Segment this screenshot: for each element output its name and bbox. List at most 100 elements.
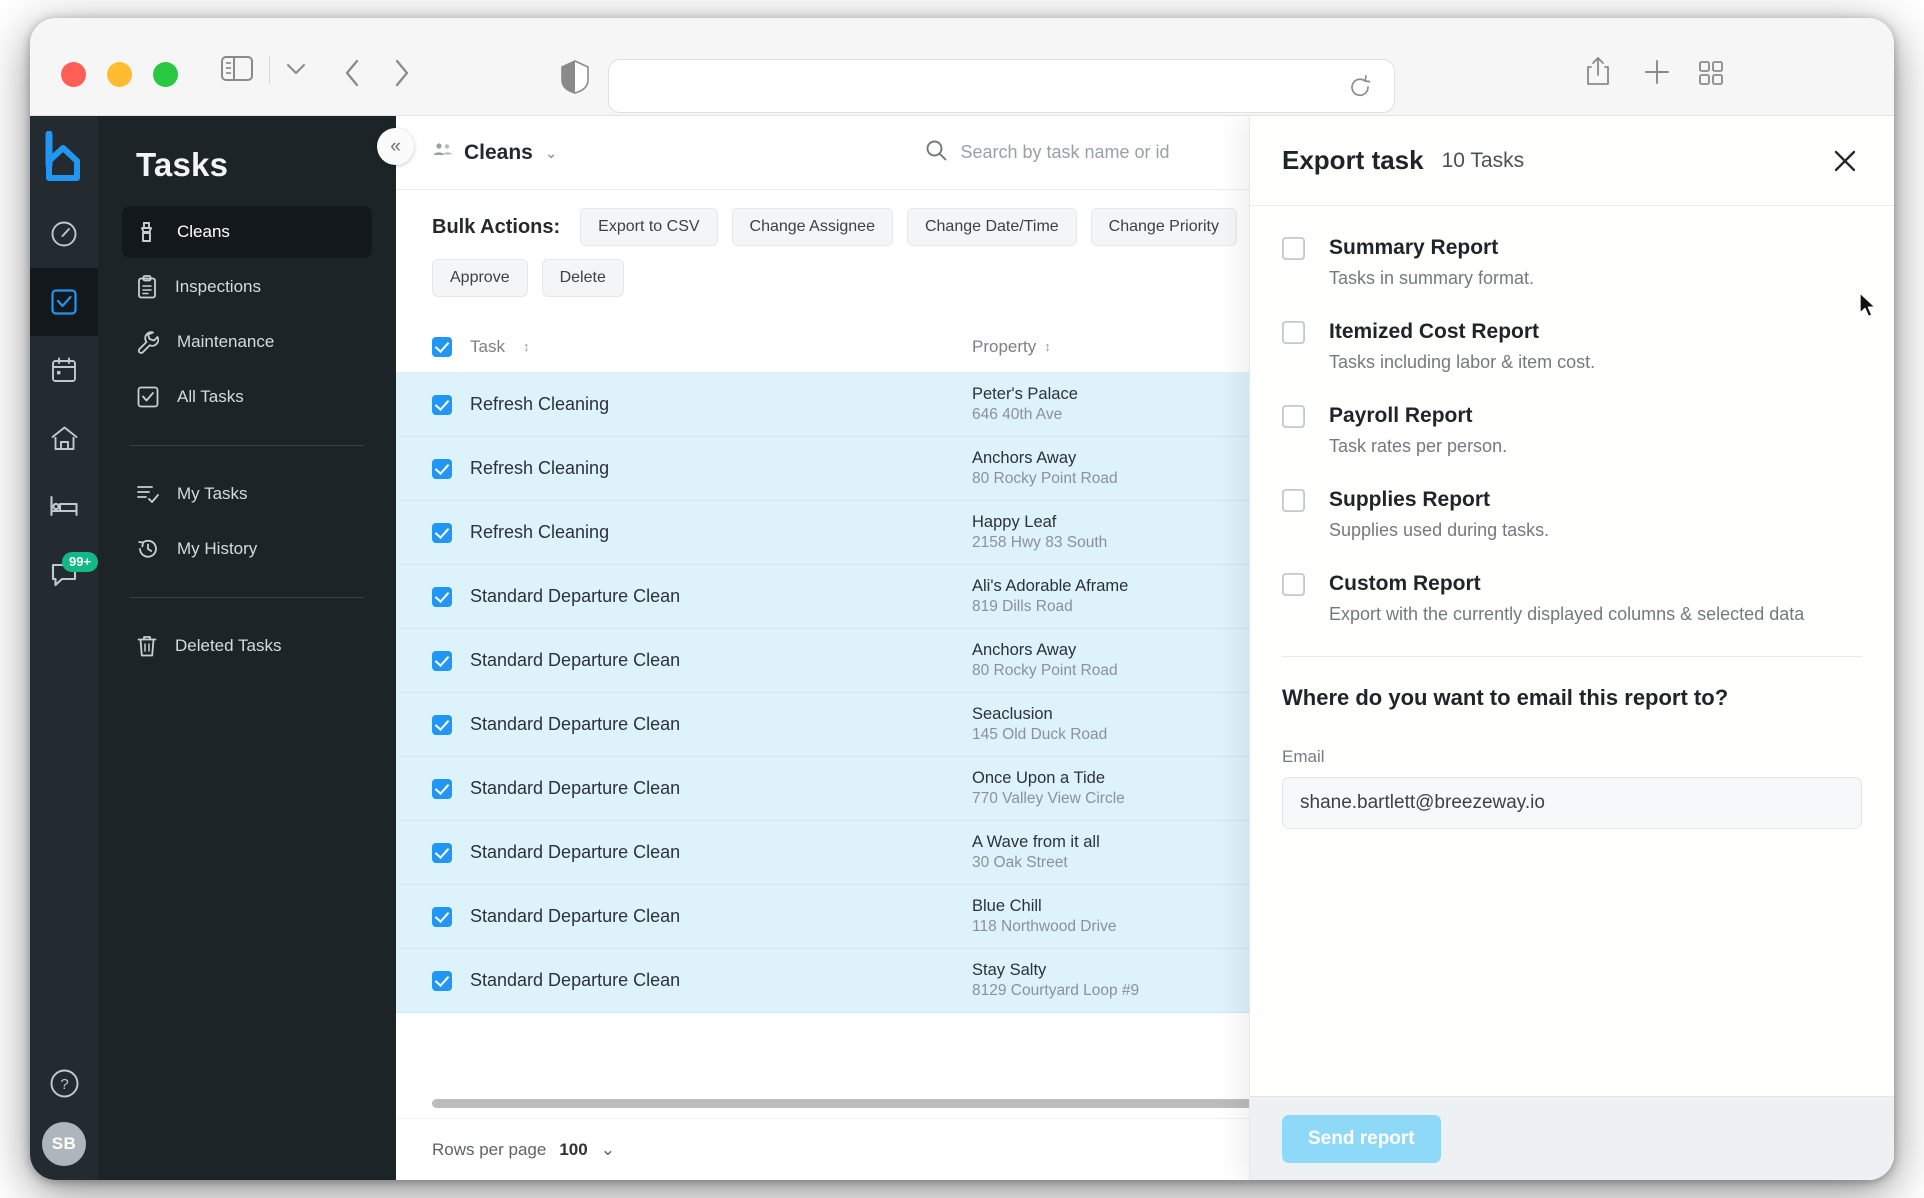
calendar-icon [52, 357, 76, 382]
rail-item-reservations[interactable] [30, 472, 98, 540]
reload-icon[interactable] [1348, 75, 1372, 104]
report-option-checkbox[interactable] [1282, 404, 1305, 428]
row-task-cell: Standard Departure Clean [432, 586, 972, 607]
delete-button[interactable]: Delete [541, 259, 624, 297]
row-checkbox[interactable] [432, 714, 452, 735]
chevron-down-icon[interactable] [285, 62, 307, 81]
share-icon[interactable] [1585, 56, 1611, 91]
search-box[interactable]: Search by task name or id [925, 139, 1170, 166]
report-option-header: Supplies Report [1282, 488, 1862, 512]
report-option[interactable]: Summary Report Tasks in summary format. [1282, 236, 1862, 289]
rail-item-messages[interactable]: 99+ [30, 540, 99, 608]
select-all-checkbox[interactable] [432, 336, 452, 357]
sidebar-item-label: All Tasks [177, 387, 244, 406]
report-option-checkbox[interactable] [1282, 236, 1305, 260]
close-window-button[interactable] [61, 62, 86, 87]
export-to-csv-button[interactable]: Export to CSV [580, 208, 718, 246]
column-task[interactable]: Task ↕ [432, 336, 972, 357]
sidebar-item-my-history[interactable]: My History [122, 523, 372, 575]
chevron-down-icon[interactable]: ⌄ [545, 144, 558, 162]
maximize-window-button[interactable] [153, 62, 178, 87]
address-bar[interactable] [609, 60, 1394, 112]
change-priority-button[interactable]: Change Priority [1090, 208, 1237, 246]
row-property-address: 2158 Hwy 83 South [972, 534, 1108, 552]
sidebar-item-my-tasks[interactable]: My Tasks [122, 468, 372, 520]
rail-item-dashboard[interactable] [30, 200, 98, 268]
row-checkbox[interactable] [432, 458, 452, 479]
tasks-nav-column: Tasks Cleans Inspections Maintenance All… [98, 116, 414, 1180]
row-property-cell: Seaclusion 145 Old Duck Road [972, 703, 1272, 746]
row-task-cell: Standard Departure Clean [432, 970, 972, 991]
sidebar-item-deleted-tasks[interactable]: Deleted Tasks [122, 620, 372, 672]
sidebar-icon[interactable] [221, 56, 253, 81]
email-input[interactable]: shane.bartlett@breezeway.io [1282, 777, 1862, 829]
approve-button[interactable]: Approve [432, 259, 528, 297]
help-circle-icon[interactable]: ? [49, 1068, 80, 1104]
sidebar-item-cleans[interactable]: Cleans [122, 206, 372, 258]
row-property-name: Blue Chill [972, 896, 1042, 915]
change-assignee-button[interactable]: Change Assignee [731, 208, 893, 246]
back-arrow-icon[interactable] [343, 58, 361, 93]
send-report-button[interactable]: Send report [1282, 1114, 1441, 1163]
row-checkbox[interactable] [432, 842, 452, 863]
gauge-icon [51, 221, 77, 247]
row-checkbox[interactable] [432, 650, 452, 671]
sidebar-item-maintenance[interactable]: Maintenance [122, 316, 372, 368]
collapse-sidebar-button[interactable]: « [377, 128, 414, 165]
row-property-cell: Ali's Adorable Aframe 819 Dills Road [972, 575, 1272, 618]
report-option-checkbox[interactable] [1282, 572, 1305, 596]
report-option[interactable]: Custom Report Export with the currently d… [1282, 572, 1862, 625]
row-property-address: 8129 Courtyard Loop #9 [972, 982, 1140, 1000]
report-option-title: Itemized Cost Report [1329, 320, 1540, 343]
column-property[interactable]: Property ↕ [972, 337, 1272, 357]
column-header-property: Property [972, 336, 1037, 356]
row-checkbox[interactable] [432, 906, 452, 927]
rail-item-tasks[interactable] [30, 268, 98, 336]
row-checkbox[interactable] [432, 970, 452, 991]
report-option[interactable]: Payroll Report Task rates per person. [1282, 404, 1862, 457]
row-property-address: 819 Dills Road [972, 598, 1073, 616]
search-input[interactable]: Search by task name or id [960, 142, 1169, 163]
row-property-name: Stay Salty [972, 960, 1047, 979]
report-option-checkbox[interactable] [1282, 320, 1305, 344]
minimize-window-button[interactable] [107, 62, 132, 87]
forward-arrow-icon[interactable] [393, 58, 411, 93]
row-property-name: A Wave from it all [972, 832, 1100, 851]
row-property-address: 118 Northwood Drive [972, 918, 1117, 936]
report-option[interactable]: Supplies Report Supplies used during task… [1282, 488, 1862, 541]
rows-per-page-value[interactable]: 100 [559, 1140, 587, 1160]
chevron-down-icon[interactable]: ⌄ [601, 1140, 615, 1160]
row-task-name: Standard Departure Clean [470, 714, 681, 734]
panel-title: Export task [1282, 145, 1424, 175]
row-property-cell: A Wave from it all 30 Oak Street [972, 831, 1272, 874]
row-task-cell: Refresh Cleaning [432, 394, 972, 415]
report-option[interactable]: Itemized Cost Report Tasks including labo… [1282, 320, 1862, 373]
sidebar-item-inspections[interactable]: Inspections [122, 261, 372, 313]
checkbox-icon [137, 386, 159, 408]
report-option-checkbox[interactable] [1282, 488, 1305, 512]
rail-item-calendar[interactable] [30, 336, 98, 404]
row-task-name: Refresh Cleaning [470, 394, 610, 414]
panel-footer: Send report [1250, 1096, 1894, 1180]
sort-icon[interactable]: ↕ [523, 339, 529, 354]
change-date-time-button[interactable]: Change Date/Time [906, 208, 1077, 246]
row-property-cell: Peter's Palace 646 40th Ave [972, 383, 1272, 426]
window-controls[interactable] [61, 62, 178, 87]
rail-item-properties[interactable] [30, 404, 98, 472]
breezeway-logo[interactable] [37, 128, 91, 184]
sidebar-item-label: My History [177, 539, 258, 558]
avatar[interactable]: SB [42, 1122, 86, 1166]
row-checkbox[interactable] [432, 778, 452, 799]
row-checkbox[interactable] [432, 586, 452, 607]
row-property-cell: Blue Chill 118 Northwood Drive [972, 895, 1272, 938]
close-icon[interactable] [1826, 142, 1864, 180]
row-checkbox[interactable] [432, 522, 452, 543]
tab-overview-icon[interactable] [1698, 60, 1724, 91]
sort-icon[interactable]: ↕ [1044, 339, 1050, 354]
sidebar-item-all-tasks[interactable]: All Tasks [122, 371, 372, 423]
plus-icon[interactable] [1643, 58, 1671, 91]
breadcrumb[interactable]: Cleans ⌄ [432, 141, 557, 165]
shield-icon[interactable] [560, 60, 590, 99]
nav-divider-1 [130, 445, 364, 446]
row-checkbox[interactable] [432, 394, 452, 415]
